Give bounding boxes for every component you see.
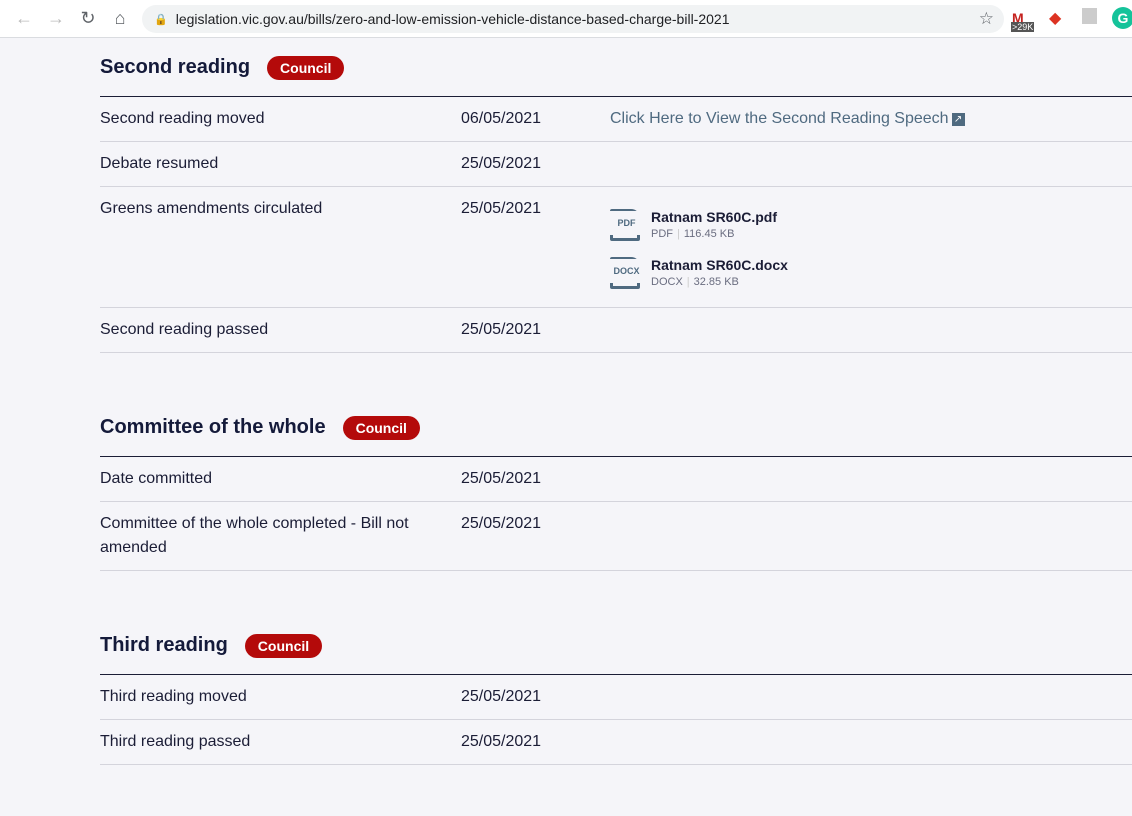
stage-label: Third reading moved (100, 688, 247, 705)
stage-label: Debate resumed (100, 155, 219, 172)
table-row: Second reading moved 06/05/2021 Click Her… (100, 97, 1132, 142)
house-badge: Council (267, 55, 345, 80)
pdf-file-icon: PDF (610, 209, 643, 241)
section-header: Committee of the whole Council (100, 399, 1132, 457)
house-badge: Council (244, 633, 323, 658)
extension-icon-grey[interactable] (1082, 8, 1097, 24)
stage-label: Third reading passed (100, 733, 251, 750)
stage-date: 25/05/2021 (461, 155, 542, 172)
file-size: 116.45 KB (683, 228, 735, 240)
address-bar[interactable]: 🔒 legislation.vic.gov.au/bills/zero-and-… (142, 5, 1004, 33)
section-title: Committee of the whole (100, 416, 326, 438)
stage-date: 25/05/2021 (461, 688, 542, 705)
file-download[interactable]: DOCX Ratnam SR60C.docx DOCX | 32.85 KB (610, 249, 1132, 297)
reload-icon[interactable]: ↻ (72, 8, 104, 29)
stage-label: Second reading moved (100, 110, 265, 127)
section: Third reading Council Third reading move… (100, 617, 1132, 765)
section-header: Second reading Council (100, 39, 1132, 97)
browser-toolbar: ← → ↻ ⌂ 🔒 legislation.vic.gov.au/bills/z… (0, 0, 1132, 38)
url-text[interactable]: legislation.vic.gov.au/bills/zero-and-lo… (176, 11, 730, 27)
file-name[interactable]: Ratnam SR60C.docx (651, 256, 788, 274)
stage-date: 06/05/2021 (461, 110, 542, 127)
table-row: Debate resumed 25/05/2021 (100, 142, 1132, 187)
second-reading-speech-link[interactable]: Click Here to View the Second Reading Sp… (610, 110, 965, 127)
stage-label: Date committed (100, 470, 213, 487)
file-type: PDF (651, 228, 673, 240)
extension-icon[interactable]: ◆ (1049, 8, 1061, 28)
table-row: Third reading passed 25/05/2021 (100, 720, 1132, 765)
table-row: Committee of the whole completed - Bill … (100, 502, 1132, 571)
home-icon[interactable]: ⌂ (104, 8, 136, 29)
docx-file-icon: DOCX (610, 257, 643, 289)
section: Committee of the whole Council Date comm… (100, 399, 1132, 571)
section: Second reading Council Second reading mo… (100, 39, 1132, 353)
file-icon-label: DOCX (610, 259, 643, 283)
bookmark-star-icon[interactable]: ☆ (979, 9, 994, 29)
stage-label: Second reading passed (100, 321, 269, 338)
section-title: Second reading (100, 56, 251, 78)
stage-date: 25/05/2021 (461, 470, 542, 487)
stage-date: 25/05/2021 (461, 321, 542, 338)
section-header: Third reading Council (100, 617, 1132, 675)
gmail-count-badge: >29K (1011, 22, 1035, 32)
stage-date: 25/05/2021 (461, 733, 542, 750)
external-link-icon: ↗ (951, 113, 965, 126)
stage-label: Greens amendments circulated (100, 200, 323, 217)
back-icon[interactable]: ← (8, 8, 40, 29)
file-download[interactable]: PDF Ratnam SR60C.pdf PDF | 116.45 KB (610, 201, 1132, 249)
forward-icon[interactable]: → (40, 8, 72, 29)
file-size: 32.85 KB (693, 276, 739, 288)
file-type: DOCX (651, 276, 683, 288)
stage-label: Committee of the whole completed - Bill … (100, 515, 409, 556)
lock-icon: 🔒 (154, 13, 168, 26)
file-name[interactable]: Ratnam SR60C.pdf (651, 208, 777, 226)
house-badge: Council (342, 415, 420, 440)
table-row: Greens amendments circulated 25/05/2021 P… (100, 187, 1132, 308)
link-text[interactable]: Click Here to View the Second Reading Sp… (610, 110, 949, 127)
grammarly-icon[interactable]: G (1112, 7, 1132, 29)
file-icon-label: PDF (610, 211, 643, 235)
table-row: Date committed 25/05/2021 (100, 457, 1132, 502)
stage-date: 25/05/2021 (461, 200, 542, 217)
table-row: Third reading moved 25/05/2021 (100, 675, 1132, 720)
stage-date: 25/05/2021 (461, 515, 542, 532)
bill-progress: Second reading Council Second reading mo… (100, 39, 1132, 811)
section-title: Third reading (100, 634, 228, 656)
table-row: Second reading passed 25/05/2021 (100, 308, 1132, 353)
